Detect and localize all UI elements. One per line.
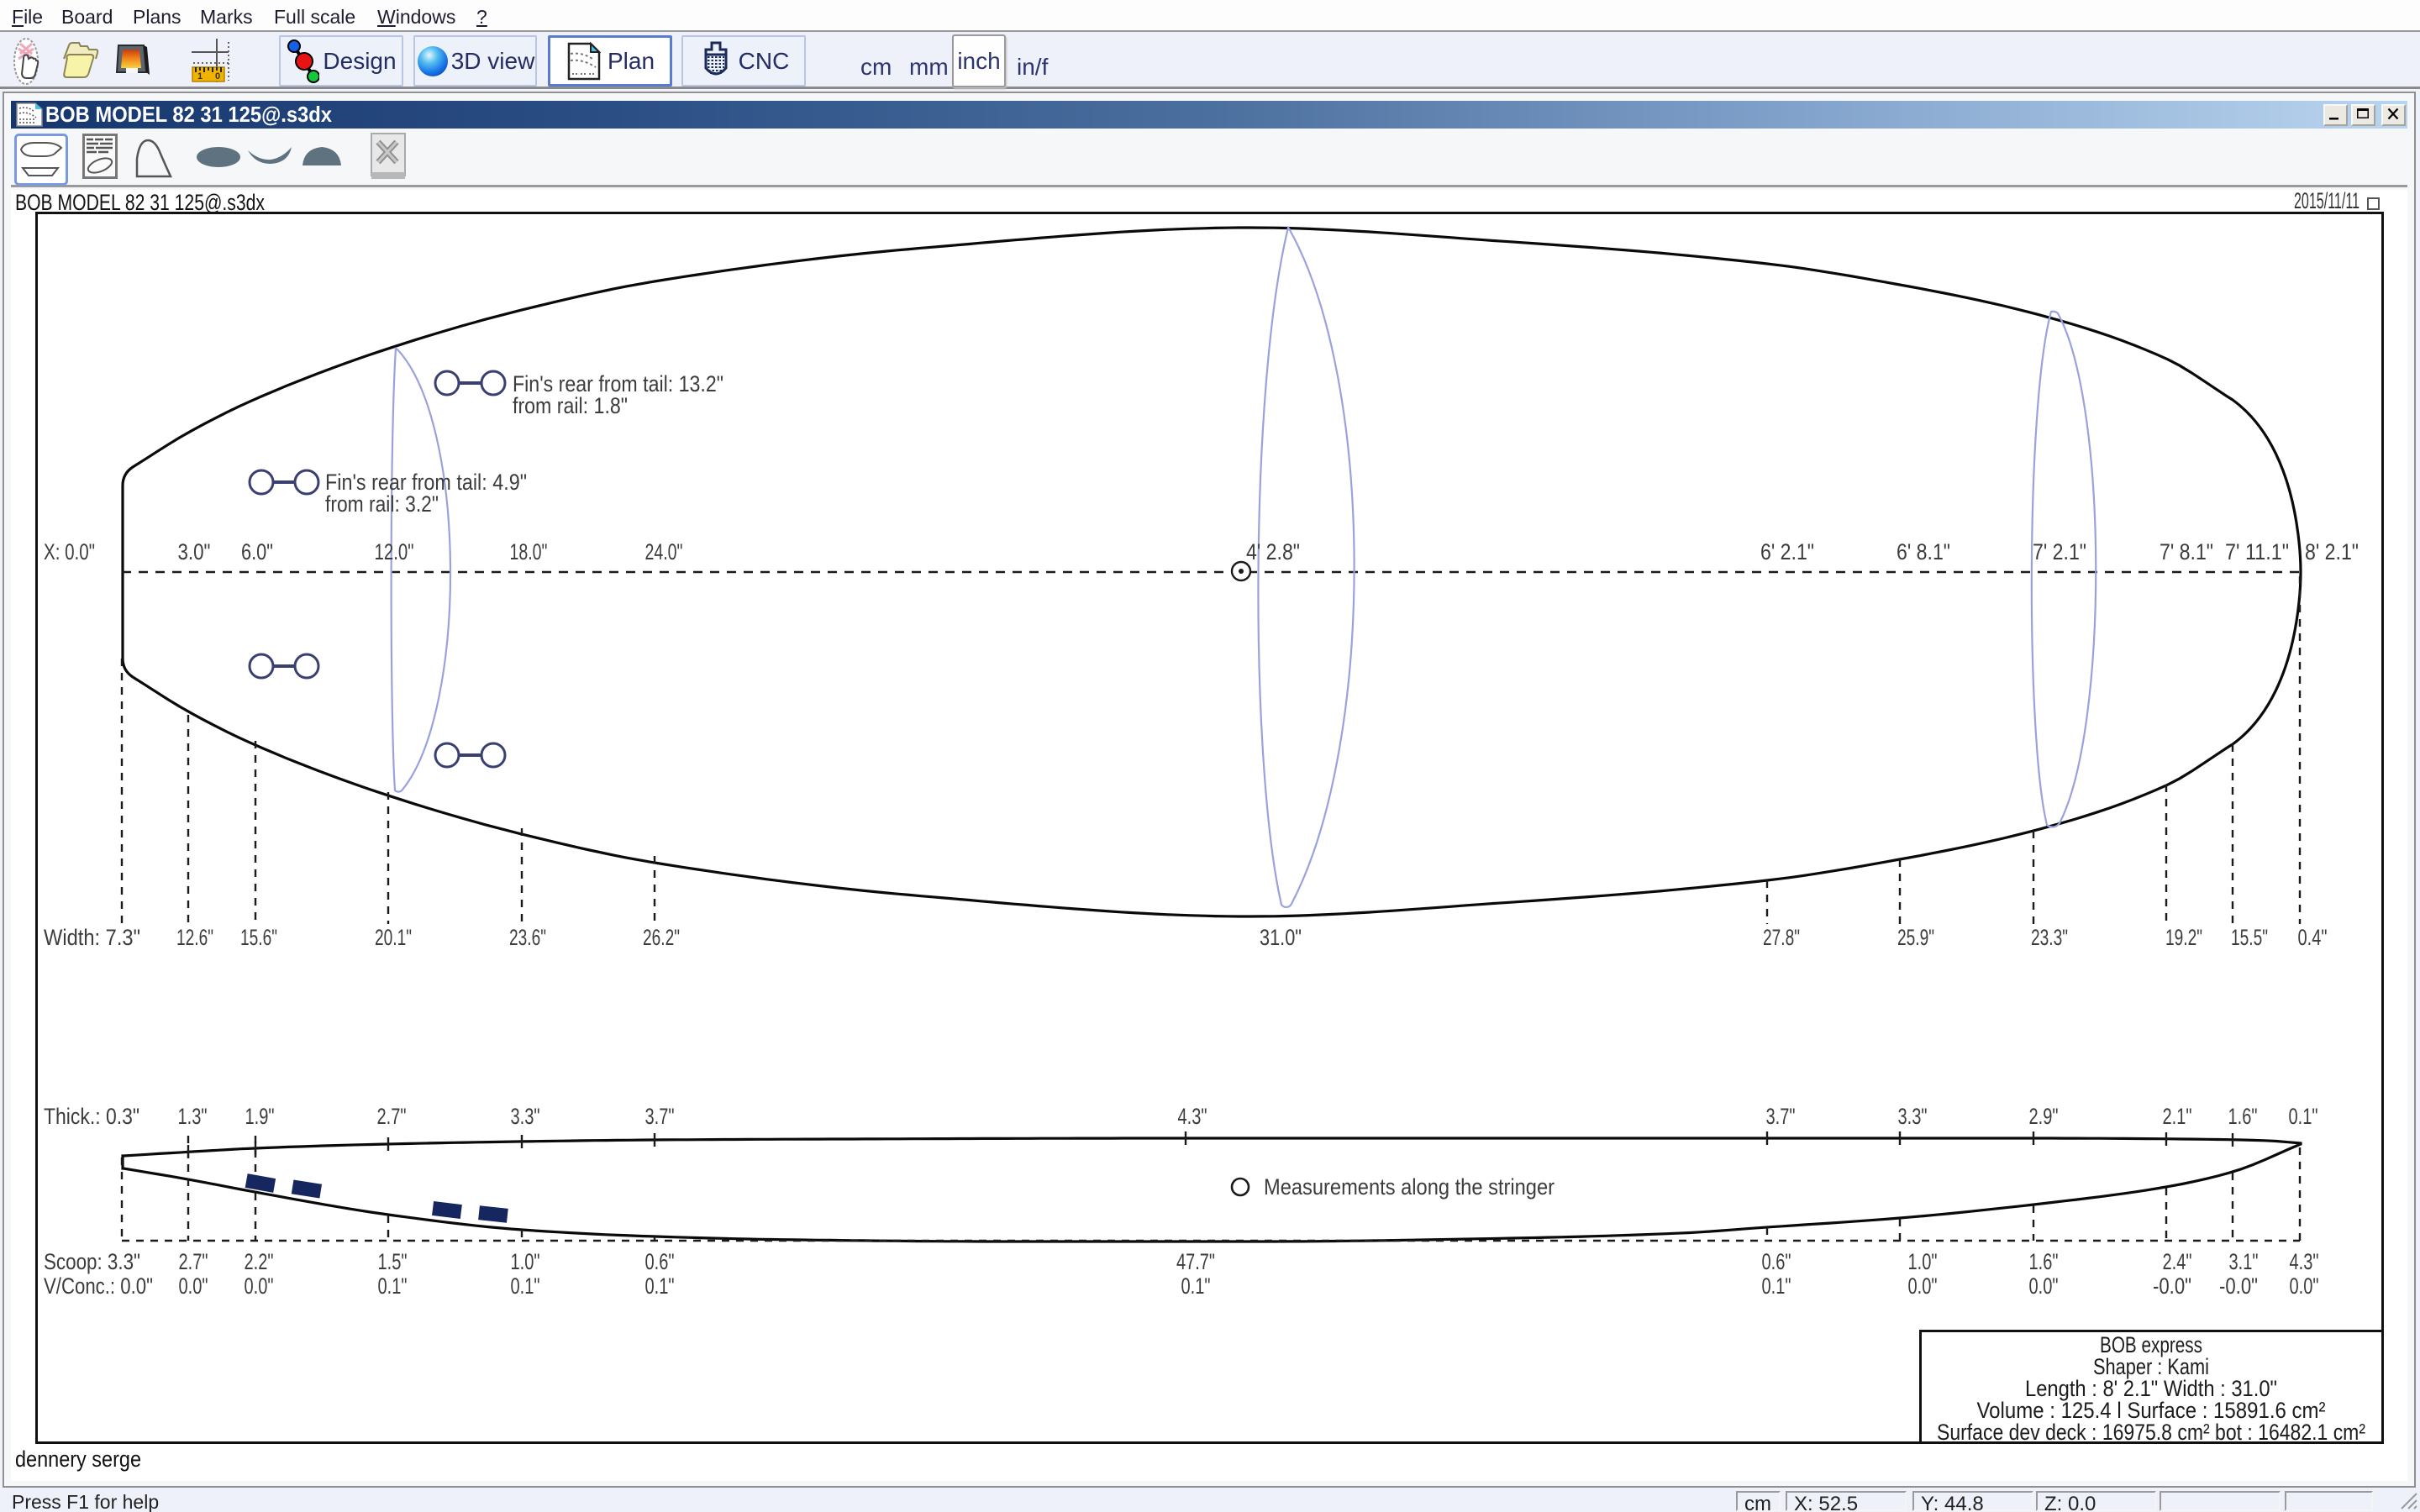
svg-text:1: 1 [197,71,203,81]
svg-text:0: 0 [215,71,220,81]
svg-text:BOB MODEL 82 31 125@.s3dx: BOB MODEL 82 31 125@.s3dx [45,102,332,127]
